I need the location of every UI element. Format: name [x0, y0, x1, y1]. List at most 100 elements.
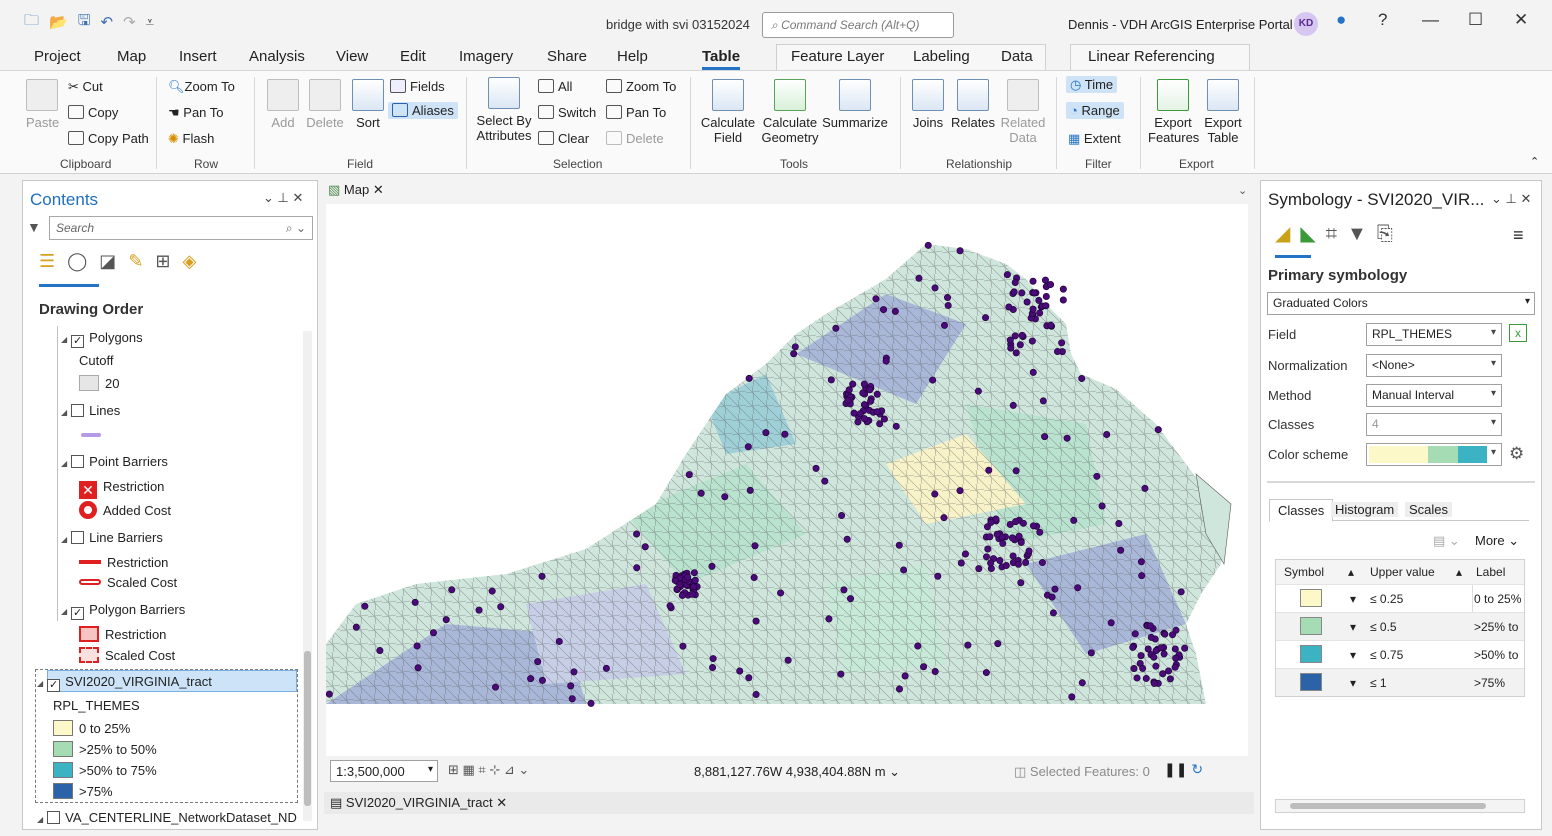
- line-barriers-checkbox[interactable]: [71, 531, 85, 544]
- select-all-button[interactable]: All: [538, 79, 572, 94]
- help-icon[interactable]: ?: [1378, 10, 1387, 30]
- flash-button[interactable]: ✺ Flash: [168, 131, 214, 147]
- horizontal-scrollbar[interactable]: [1275, 799, 1525, 813]
- normalization-dropdown[interactable]: <None>: [1366, 354, 1502, 377]
- calculate-field-button[interactable]: Calculate Field: [700, 79, 756, 145]
- editing-icon[interactable]: ✎: [128, 251, 155, 271]
- export-table-button[interactable]: Export Table: [1202, 79, 1244, 145]
- select-by-attributes-button[interactable]: Select By Attributes: [474, 77, 534, 143]
- upper-value-header[interactable]: Upper value: [1370, 565, 1435, 579]
- tab-data[interactable]: Data: [1001, 48, 1033, 65]
- aliases-toggle[interactable]: Aliases: [388, 102, 458, 119]
- tab-map-view[interactable]: ▧ Map ✕: [328, 182, 384, 204]
- data-source-icon[interactable]: ◯: [67, 251, 99, 271]
- tab-attribute-table[interactable]: ▤ SVI2020_VIRGINIA_tract ✕: [330, 795, 507, 811]
- collapse-ribbon-icon[interactable]: ⌃: [1530, 155, 1539, 168]
- filter-icon[interactable]: ▼: [27, 219, 41, 235]
- tab-share[interactable]: Share: [547, 48, 587, 65]
- layer-point-barriers[interactable]: ◢ Point Barriers: [61, 454, 168, 469]
- class-label[interactable]: >50% to: [1474, 648, 1518, 662]
- layer-lines[interactable]: ◢ Lines: [61, 403, 120, 418]
- tab-linear-referencing[interactable]: Linear Referencing: [1088, 48, 1215, 65]
- map-canvas[interactable]: [326, 204, 1248, 756]
- method-dropdown[interactable]: Manual Interval: [1366, 384, 1502, 407]
- label-header[interactable]: Label: [1476, 565, 1505, 579]
- table-options-icon[interactable]: ▤ ⌄: [1433, 533, 1460, 549]
- labeling-icon[interactable]: ◈: [183, 251, 209, 271]
- class-symbol-swatch[interactable]: [1300, 645, 1322, 663]
- class-upper-value[interactable]: ≤ 0.75: [1370, 648, 1403, 662]
- add-field-button[interactable]: Add: [266, 79, 300, 130]
- subtab-histogram[interactable]: Histogram: [1331, 502, 1399, 517]
- tab-table[interactable]: Table: [702, 48, 741, 70]
- coordinate-readout[interactable]: 8,881,127.76W 4,938,404.88N m ⌄: [694, 764, 900, 780]
- sort-button[interactable]: Sort: [350, 79, 386, 130]
- secondary-symbology-icon[interactable]: ◣: [1300, 223, 1325, 245]
- primary-symbology-icon[interactable]: ◢: [1275, 223, 1300, 245]
- vary-symbology-icon[interactable]: ⌗: [1326, 223, 1347, 245]
- clear-selection-button[interactable]: Clear: [538, 131, 589, 146]
- map-status-tools[interactable]: ⊞ ▦ ⌗ ⊹ ⊿ ⌄: [448, 762, 529, 778]
- subtab-scales[interactable]: Scales: [1405, 502, 1453, 517]
- redo-icon[interactable]: ↷: [123, 13, 136, 31]
- polygons-checkbox[interactable]: ✓: [71, 335, 85, 348]
- layer-line-barriers[interactable]: ◢ Line Barriers: [61, 530, 163, 545]
- polygon-barriers-checkbox[interactable]: ✓: [71, 607, 85, 620]
- contents-scrollbar[interactable]: [303, 331, 312, 821]
- avatar[interactable]: KD: [1294, 12, 1318, 36]
- open-icon[interactable]: 📂: [49, 13, 68, 31]
- class-row[interactable]: ▾ ≤ 0.75 >50% to: [1276, 640, 1524, 668]
- tab-overflow-icon[interactable]: ⌄: [1238, 184, 1247, 197]
- selected-features-count[interactable]: ◫ Selected Features: 0: [1014, 764, 1150, 780]
- class-label[interactable]: >75%: [1474, 676, 1505, 690]
- close-tab-icon[interactable]: ✕: [373, 182, 384, 197]
- contents-search-input[interactable]: Search ⌕ ⌄: [49, 216, 313, 240]
- extent-filter-toggle[interactable]: ▦ Extent: [1068, 131, 1121, 147]
- new-project-icon[interactable]: 🗀: [24, 10, 39, 35]
- snapping-icon[interactable]: ⊞: [155, 251, 182, 271]
- delete-field-button[interactable]: Delete: [304, 79, 346, 130]
- class-upper-value[interactable]: ≤ 0.25: [1370, 592, 1403, 606]
- class-symbol-swatch[interactable]: [1300, 673, 1322, 691]
- refresh-icon[interactable]: ↻: [1191, 761, 1203, 777]
- command-search-input[interactable]: ⌕ Command Search (Alt+Q): [762, 12, 954, 38]
- tab-map[interactable]: Map: [117, 48, 146, 65]
- class-row[interactable]: ▾ ≤ 0.25 0 to 25%: [1276, 584, 1524, 612]
- tab-analysis[interactable]: Analysis: [249, 48, 305, 65]
- renderer-dropdown[interactable]: Graduated Colors ▾: [1267, 292, 1535, 315]
- paste-button[interactable]: Paste: [26, 79, 59, 130]
- close-tab-icon[interactable]: ✕: [496, 795, 507, 810]
- fields-button[interactable]: Fields: [390, 79, 445, 94]
- tab-project[interactable]: Project: [34, 48, 81, 65]
- symbol-header[interactable]: Symbol: [1284, 565, 1324, 579]
- class-row[interactable]: ▾ ≤ 0.5 >25% to: [1276, 612, 1524, 640]
- range-filter-toggle[interactable]: ◔ Range: [1066, 102, 1124, 119]
- pane-options-icon[interactable]: ⌄ ⊥ ✕: [263, 190, 303, 206]
- drawing-order-icon[interactable]: ☰: [39, 251, 67, 271]
- relates-button[interactable]: Relates: [950, 79, 996, 130]
- tab-edit[interactable]: Edit: [400, 48, 426, 65]
- notification-icon[interactable]: ●: [1336, 10, 1346, 30]
- row-zoom-to-button[interactable]: 🔍︎Zoom To: [168, 79, 235, 95]
- time-filter-toggle[interactable]: ◷ Time: [1066, 76, 1118, 93]
- maximize-button[interactable]: ☐: [1468, 10, 1483, 30]
- pane-options-icon[interactable]: ⌄ ⊥ ✕: [1491, 191, 1531, 207]
- selection-zoom-to-button[interactable]: Zoom To: [606, 79, 676, 94]
- scrollbar-thumb[interactable]: [1290, 803, 1486, 809]
- class-row[interactable]: ▾ ≤ 1 >75%: [1276, 668, 1524, 696]
- tab-help[interactable]: Help: [617, 48, 648, 65]
- color-scheme-dropdown[interactable]: [1366, 443, 1502, 466]
- subtab-classes[interactable]: Classes: [1269, 499, 1334, 522]
- label-symbology-icon[interactable]: ⎘: [1377, 223, 1403, 245]
- lines-checkbox[interactable]: [71, 404, 85, 417]
- tab-view[interactable]: View: [336, 48, 368, 65]
- class-upper-value[interactable]: ≤ 1: [1370, 676, 1387, 690]
- classes-dropdown[interactable]: 4: [1366, 413, 1502, 436]
- splitter[interactable]: [1267, 481, 1535, 483]
- selection-pan-to-button[interactable]: Pan To: [606, 105, 666, 120]
- undo-icon[interactable]: ↶: [100, 13, 113, 31]
- svi-checkbox[interactable]: ✓: [47, 679, 61, 692]
- class-label[interactable]: >25% to: [1474, 620, 1518, 634]
- network-checkbox[interactable]: [47, 811, 61, 824]
- delete-selected-button[interactable]: Delete: [606, 131, 664, 146]
